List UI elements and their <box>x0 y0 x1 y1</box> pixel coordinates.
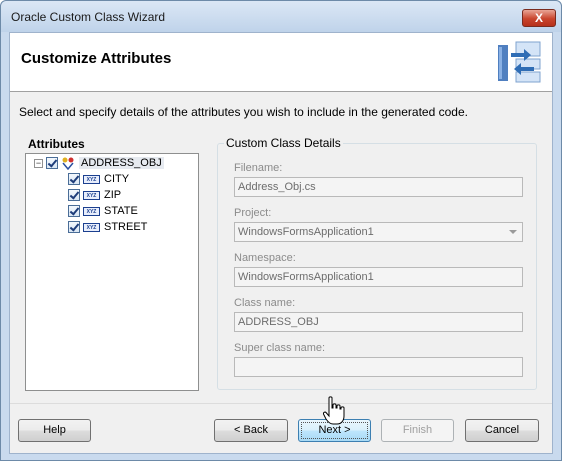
tree-root-label: ADDRESS_OBJ <box>79 157 164 169</box>
super-class-field[interactable] <box>234 357 523 377</box>
tree-item-zip[interactable]: XYZ ZIP <box>68 187 121 203</box>
tree-item-label: STATE <box>104 205 138 217</box>
hand-cursor-icon <box>323 396 345 425</box>
project-label: Project: <box>234 207 272 219</box>
attributes-label: Attributes <box>28 137 85 151</box>
attribute-type-icon: XYZ <box>83 190 100 200</box>
project-dropdown[interactable]: WindowsFormsApplication1 <box>234 222 523 242</box>
project-value: WindowsFormsApplication1 <box>238 226 374 238</box>
zip-checkbox[interactable] <box>68 189 80 201</box>
super-class-label: Super class name: <box>234 342 326 354</box>
cancel-button[interactable]: Cancel <box>465 419 539 442</box>
tree-root-row[interactable]: − ADDRESS_OBJ <box>34 155 164 171</box>
root-checkbox[interactable] <box>46 157 58 169</box>
tree-item-label: CITY <box>104 173 130 185</box>
collapse-icon[interactable]: − <box>34 158 43 168</box>
object-type-icon <box>62 157 74 170</box>
tree-item-street[interactable]: XYZ STREET <box>68 219 147 235</box>
chevron-down-icon[interactable] <box>509 230 517 234</box>
group-title: Custom Class Details <box>224 136 343 150</box>
tree-item-label: ZIP <box>104 189 122 201</box>
attribute-type-icon: XYZ <box>83 222 100 232</box>
filename-label: Filename: <box>234 162 283 174</box>
wizard-header: Customize Attributes <box>10 33 552 92</box>
finish-button[interactable]: Finish <box>381 419 454 442</box>
close-icon: X <box>534 11 543 25</box>
help-button[interactable]: Help <box>18 419 91 442</box>
tree-item-city[interactable]: XYZ CITY <box>68 171 129 187</box>
window-title: Oracle Custom Class Wizard <box>11 10 166 24</box>
state-checkbox[interactable] <box>68 205 80 217</box>
attribute-type-icon: XYZ <box>83 174 100 184</box>
close-button[interactable]: X <box>522 9 556 27</box>
instructions-text: Select and specify details of the attrib… <box>19 105 468 119</box>
namespace-label: Namespace: <box>234 252 296 264</box>
button-separator <box>10 403 552 404</box>
title-bar[interactable]: Oracle Custom Class Wizard X <box>1 1 561 32</box>
class-name-label: Class name: <box>234 297 296 309</box>
city-checkbox[interactable] <box>68 173 80 185</box>
class-name-field[interactable]: ADDRESS_OBJ <box>234 312 523 332</box>
tree-item-state[interactable]: XYZ STATE <box>68 203 138 219</box>
tree-item-label: STREET <box>104 221 148 233</box>
page-title: Customize Attributes <box>21 50 172 67</box>
attribute-type-icon: XYZ <box>83 206 100 216</box>
class-wizard-icon <box>498 41 541 83</box>
street-checkbox[interactable] <box>68 221 80 233</box>
back-button[interactable]: < Back <box>214 419 288 442</box>
attributes-tree[interactable]: − ADDRESS_OBJ XYZ CITY XYZ ZIP XYZ STATE… <box>25 153 199 391</box>
wizard-client-area: Customize Attributes Select and specify … <box>9 32 553 454</box>
filename-field[interactable]: Address_Obj.cs <box>234 177 523 197</box>
namespace-field[interactable]: WindowsFormsApplication1 <box>234 267 523 287</box>
wizard-window: Oracle Custom Class Wizard X Customize A… <box>0 0 562 461</box>
